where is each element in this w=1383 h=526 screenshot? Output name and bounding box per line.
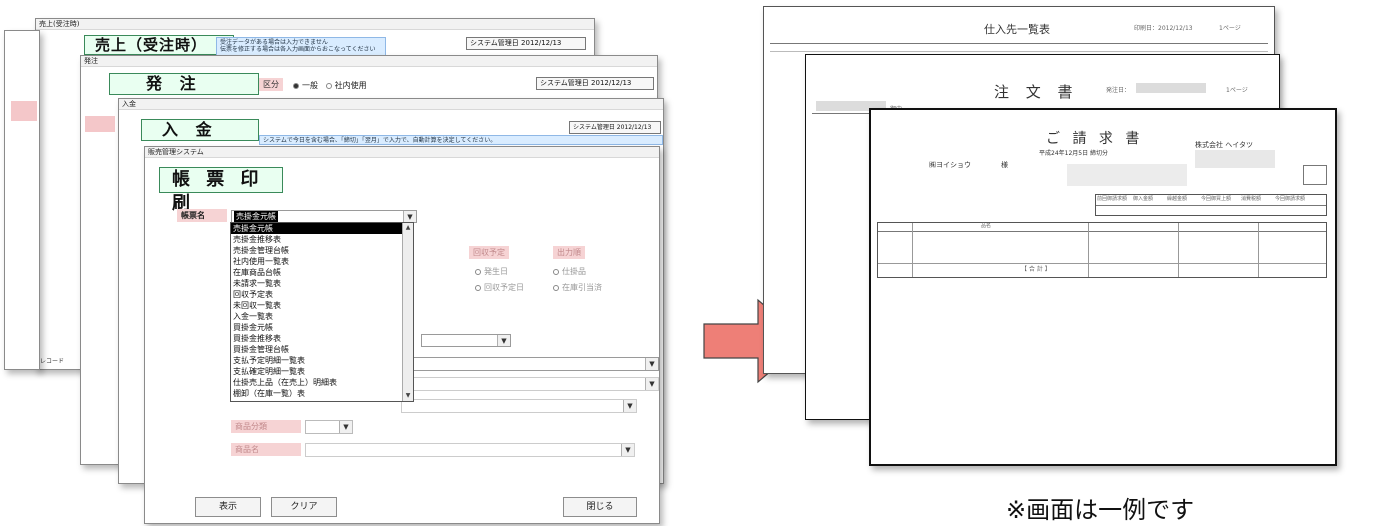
dropdown-option[interactable]: 売掛金推移表 — [231, 234, 403, 245]
dropdown-option[interactable]: 仕掛売上品（在売上）明細表 — [231, 377, 403, 388]
report-name-select-value: 売掛金元帳 — [234, 211, 278, 222]
invoice-total-label: 【 合 計 】 — [1021, 266, 1051, 273]
output-opt1[interactable]: 仕掛品 — [553, 266, 586, 277]
purchase-order-page: 1ページ — [1226, 87, 1248, 94]
col-total: 今回御請求額 — [1275, 196, 1306, 202]
invoice-title: ご 請 求 書 — [1046, 131, 1144, 147]
dropdown-option[interactable]: 棚卸（在庫一覧）表 — [231, 388, 403, 399]
option-select-1[interactable]: ▼ — [421, 334, 511, 347]
collection-group-label: 回収予定 — [469, 246, 509, 259]
dropdown-option[interactable]: 社内使用一覧表 — [231, 256, 403, 267]
dropdown-option[interactable]: 在庫商品台帳 — [231, 267, 403, 278]
dropdown-option[interactable]: 入金一覧表 — [231, 311, 403, 322]
chevron-down-icon[interactable]: ▼ — [623, 400, 636, 412]
dropdown-option[interactable]: 未請求一覧表 — [231, 278, 403, 289]
purchase-order-title: 注 文 書 — [994, 83, 1079, 101]
report-heading: 帳 票 印 刷 — [159, 167, 283, 214]
col-carry: 繰越金額 — [1167, 196, 1188, 202]
output-group-label: 出力順 — [553, 246, 585, 259]
dropdown-option[interactable]: 売掛金管理台帳 — [231, 245, 403, 256]
chevron-down-icon[interactable]: ▼ — [497, 335, 510, 346]
order-kubun-label: 区分 — [259, 78, 283, 91]
col-received: 御入金額 — [1133, 196, 1154, 202]
display-button[interactable]: 表示 — [195, 497, 261, 517]
category-select[interactable]: ▼ — [305, 420, 353, 434]
order-side-field — [85, 116, 115, 132]
dropdown-option[interactable]: 未回収一覧表 — [231, 300, 403, 311]
option-select-4[interactable]: ▼ — [401, 399, 637, 413]
payment-note: システムで今日を含む場合、「締切」「翌月」で入力で、自動計算を決定してください。 — [259, 135, 663, 145]
scroll-up-icon[interactable]: ▲ — [403, 223, 413, 233]
purchase-order-date-label: 発注日： — [1106, 87, 1131, 94]
category-label: 商品分類 — [231, 420, 301, 433]
dropdown-option[interactable]: 売掛金元帳 — [231, 223, 403, 234]
invoice-subtitle: 平成24年12月5日 締切分 — [1039, 150, 1108, 157]
scroll-down-icon[interactable]: ▼ — [403, 391, 413, 401]
invoice-document: ご 請 求 書 平成24年12月5日 締切分 ㈱ヨイショウ 様 株式会社 ヘイタ… — [869, 108, 1337, 466]
report-name-dropdown-list[interactable]: 売掛金元帳 売掛金推移表 売掛金管理台帳 社内使用一覧表 在庫商品台帳 未請求一覧表 回収予… — [230, 222, 414, 402]
order-system-date: システム管理日 2012/12/13 — [536, 77, 654, 90]
radio-ippan-icon[interactable] — [293, 82, 299, 89]
supplier-list-print-date: 印刷日：2012/12/13 — [1134, 25, 1193, 32]
product-label: 商品名 — [231, 443, 301, 456]
report-window-title: 販売管理システム — [145, 147, 659, 158]
payment-system-date: システム管理日 2012/12/13 — [569, 121, 661, 134]
invoice-item-label: 品名 — [981, 223, 992, 229]
dropdown-option[interactable]: 買掛金推移表 — [231, 333, 403, 344]
radio-icon[interactable] — [553, 268, 559, 275]
sales-system-date: システム管理日 2012/12/13 — [466, 37, 586, 50]
close-button[interactable]: 閉じる — [563, 497, 637, 517]
order-window-title: 発注 — [81, 56, 657, 67]
radio-shanai-icon[interactable] — [325, 82, 332, 89]
product-select[interactable]: ▼ — [305, 443, 635, 457]
sales-footer: レコード — [40, 358, 65, 365]
background-window-strip — [11, 101, 37, 121]
collection-opt2[interactable]: 回収予定日 — [475, 282, 524, 293]
report-name-label: 帳票名 — [177, 209, 227, 222]
sales-heading: 売上（受注時） — [84, 35, 234, 55]
supplier-list-page: 1ページ — [1219, 25, 1241, 32]
option-select-3[interactable]: ▼ — [401, 377, 659, 391]
stamp-box — [1303, 165, 1327, 185]
chevron-down-icon[interactable]: ▼ — [645, 378, 658, 390]
background-window — [4, 30, 40, 370]
payment-heading: 入 金 — [141, 119, 259, 141]
dropdown-option[interactable]: 支払確定明細一覧表 — [231, 366, 403, 377]
supplier-list-title: 仕入先一覧表 — [984, 23, 1050, 36]
chevron-down-icon[interactable]: ▼ — [403, 211, 416, 222]
col-tax: 消費税額 — [1241, 196, 1262, 202]
chevron-down-icon[interactable]: ▼ — [339, 421, 352, 433]
option-select-2[interactable]: ▼ — [401, 357, 659, 371]
invoice-honorific: 様 — [1001, 161, 1008, 169]
radio-icon[interactable] — [553, 284, 559, 291]
dropdown-option[interactable]: 回収予定表 — [231, 289, 403, 300]
dropdown-option[interactable]: 買掛金元帳 — [231, 322, 403, 333]
col-prev: 前回御請求額 — [1097, 196, 1128, 202]
chevron-down-icon[interactable]: ▼ — [645, 358, 658, 370]
chevron-down-icon[interactable]: ▼ — [621, 444, 634, 456]
payment-window-title: 入金 — [119, 99, 663, 110]
dropdown-option[interactable]: 買掛金管理台帳 — [231, 344, 403, 355]
col-sales: 今回御買上額 — [1201, 196, 1232, 202]
clear-button[interactable]: クリア — [271, 497, 337, 517]
invoice-customer: ㈱ヨイショウ — [929, 161, 971, 169]
caption: ※画面は一例です — [1006, 496, 1195, 524]
invoice-company: 株式会社 ヘイタツ — [1195, 141, 1253, 149]
collection-opt1[interactable]: 発生日 — [475, 266, 508, 277]
order-heading: 発 注 — [109, 73, 259, 95]
radio-icon[interactable] — [475, 268, 481, 275]
dropdown-option[interactable]: 支払予定明細一覧表 — [231, 355, 403, 366]
radio-icon[interactable] — [475, 284, 481, 291]
sales-note: 受注データがある場合は入力できません 伝票を修正する場合は各入力画面からおこなっ… — [216, 37, 386, 57]
sales-window-title: 売上(受注時) — [36, 19, 594, 30]
output-opt2[interactable]: 在庫引当済 — [553, 282, 602, 293]
order-radio-group[interactable]: 一般 社内使用 — [293, 80, 367, 91]
dropdown-scrollbar[interactable]: ▲ ▼ — [402, 223, 413, 401]
invoice-detail-table — [877, 222, 1327, 278]
